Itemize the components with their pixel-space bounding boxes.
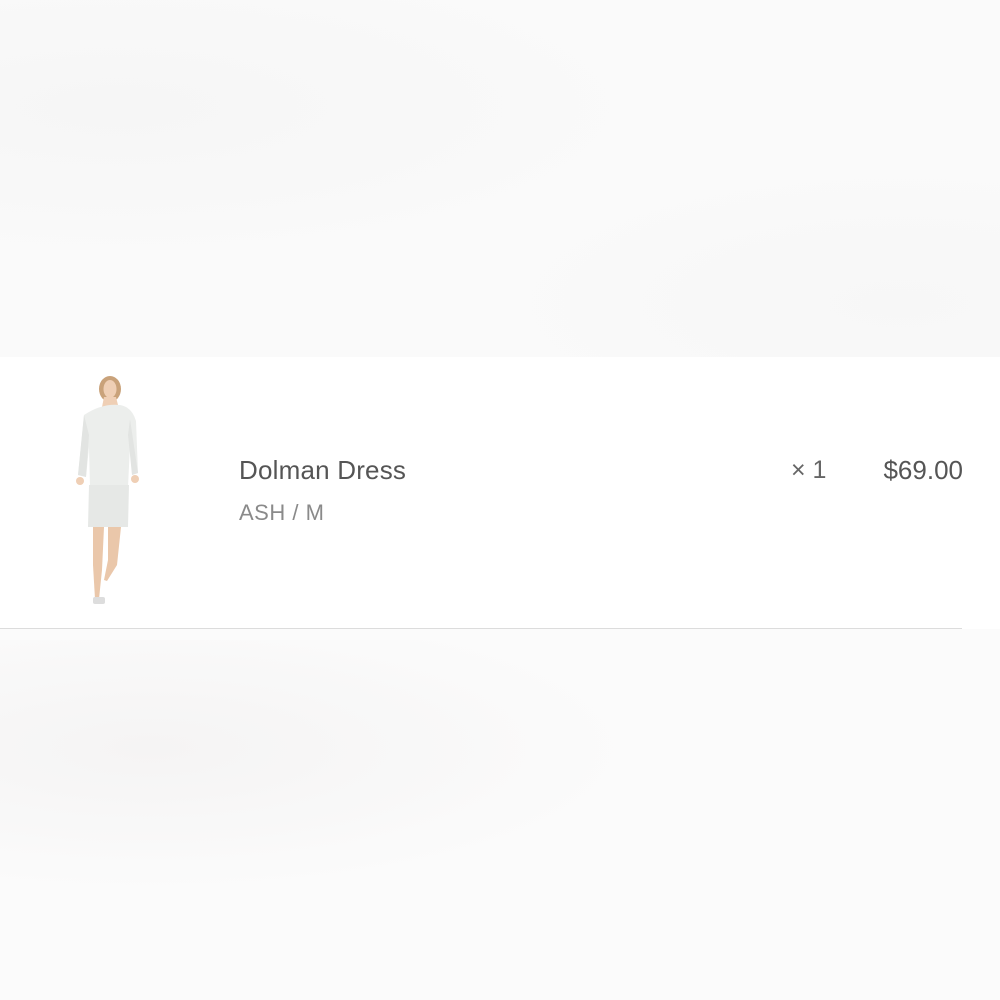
blurred-background-bottom: [0, 640, 1000, 1000]
dress-photo-icon: [76, 376, 139, 604]
cart-line-item[interactable]: Dolman Dress ASH / M × 1 $69.00: [0, 357, 1000, 629]
order-summary-screen: Dolman Dress ASH / M × 1 $69.00: [0, 0, 1000, 1000]
product-thumbnail[interactable]: [62, 375, 150, 607]
product-name[interactable]: Dolman Dress: [239, 455, 406, 486]
product-quantity: × 1: [791, 456, 827, 484]
line-item-divider: [0, 628, 962, 629]
blurred-background-top: [0, 0, 1000, 357]
product-price: $69.00: [883, 455, 963, 485]
product-variant: ASH / M: [239, 500, 325, 525]
